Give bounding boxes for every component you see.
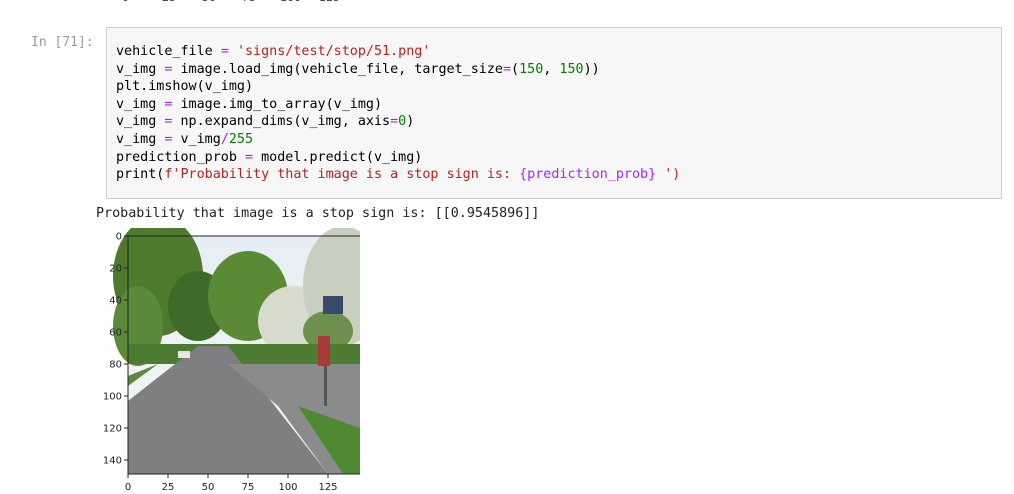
x-tick-label: 125 <box>318 482 337 492</box>
code-line: plt.imshow(v_img) <box>116 79 254 95</box>
y-tick-label: 0 <box>116 232 122 243</box>
code-line: v_img = v_img/255 <box>116 131 254 147</box>
code-editor[interactable]: vehicle_file = 'signs/test/stop/51.png' … <box>116 43 680 184</box>
code-line: prediction_prob = model.predict(v_img) <box>116 149 423 165</box>
code-line: print(f'Probability that image is a stop… <box>116 167 681 183</box>
x-axis: 0 25 50 75 100 125 <box>125 474 338 492</box>
code-line: vehicle_file = 'signs/test/stop/51.png' <box>116 44 431 59</box>
code-line: v_img = image.img_to_array(v_img) <box>116 96 383 112</box>
output-text: Probability that image is a stop sign is… <box>96 206 540 221</box>
prev-tick: 75 <box>242 0 256 4</box>
code-line: v_img = image.load_img(vehicle_file, tar… <box>116 61 600 77</box>
y-tick-label: 40 <box>109 296 122 307</box>
street-scene-image <box>113 228 360 474</box>
x-tick-label: 0 <box>125 482 131 492</box>
prev-tick: 25 <box>162 0 176 4</box>
y-tick-label: 120 <box>103 424 122 435</box>
x-tick-label: 100 <box>278 482 297 492</box>
prev-tick: 125 <box>319 0 340 4</box>
output-image-plot: 0 20 40 60 80 100 120 140 0 25 50 75 100 125 <box>103 228 360 492</box>
y-tick-label: 80 <box>109 360 122 371</box>
x-tick-label: 75 <box>242 482 255 492</box>
prev-tick: 0 <box>122 0 129 4</box>
code-line: v_img = np.expand_dims(v_img, axis=0) <box>116 114 415 130</box>
code-cell[interactable]: vehicle_file = 'signs/test/stop/51.png' … <box>106 27 1002 199</box>
x-tick-label: 25 <box>162 482 175 492</box>
y-tick-label: 60 <box>109 328 122 339</box>
prev-tick: 100 <box>280 0 301 4</box>
y-tick-label: 20 <box>109 264 122 275</box>
cell-prompt: In [71]: <box>31 35 94 50</box>
prev-tick: 50 <box>202 0 216 4</box>
y-tick-label: 140 <box>103 456 122 467</box>
x-tick-label: 50 <box>202 482 215 492</box>
y-tick-label: 100 <box>103 392 122 403</box>
